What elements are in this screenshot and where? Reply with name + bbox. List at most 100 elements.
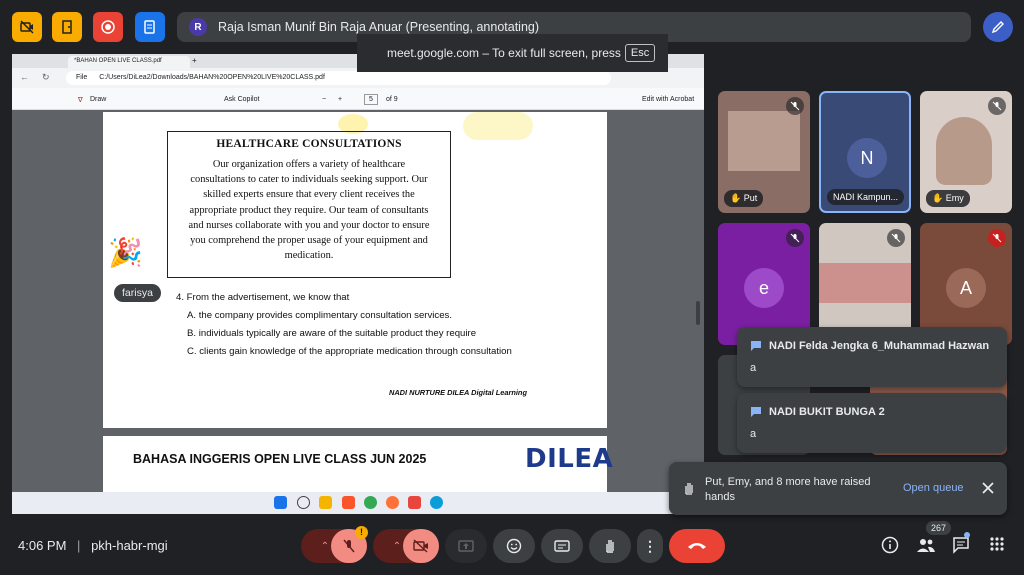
chat-sender: NADI BUKIT BUNGA 2 (769, 406, 885, 418)
raised-hand-icon (685, 483, 693, 495)
question-4: 4. From the advertisement, we know that (176, 292, 350, 303)
chevron-up-icon[interactable]: ⌃ (321, 541, 329, 552)
presenter-avatar: R (189, 18, 207, 36)
emoji-button[interactable] (493, 529, 535, 563)
zoom-out-icon[interactable]: − (322, 96, 326, 103)
search-icon[interactable] (297, 496, 310, 509)
pdf-toolbar: ∇ Draw Ask Copilot − + 5 of 9 Edit with … (12, 88, 704, 110)
page-number-input[interactable]: 5 (364, 94, 378, 105)
ad-line: consultations to cater to individuals se… (190, 174, 428, 186)
party-popper-icon: 🎉 (108, 237, 143, 268)
ad-line: and nurses collaborate with you and your… (188, 219, 430, 231)
meeting-time: 4:06 PM | pkh-habr-mgi (18, 538, 168, 553)
windows-taskbar (12, 492, 704, 514)
reload-icon[interactable]: ↻ (42, 72, 50, 83)
participant-avatar: N (847, 138, 887, 178)
app-icon[interactable] (408, 496, 421, 509)
presenter-label: Raja Isman Munif Bin Raja Anuar (Present… (218, 20, 540, 34)
edit-note-icon (144, 20, 155, 34)
exit-door-button[interactable] (52, 12, 82, 42)
ask-copilot[interactable]: Ask Copilot (224, 96, 259, 103)
clock: 4:06 PM (18, 538, 67, 553)
windows-start-icon[interactable] (274, 496, 287, 509)
address-bar[interactable]: File C:/Users/DiLea2/Downloads/BAHAN%20O… (66, 71, 611, 85)
draw-icon[interactable]: ∇ (78, 96, 83, 104)
edit-with-acrobat[interactable]: Edit with Acrobat (642, 96, 694, 103)
video-off-icon (20, 20, 34, 34)
tab-title: *BAHAN OPEN LIVE CLASS.pdf (74, 58, 162, 64)
participant-avatar: A (946, 268, 986, 308)
present-button[interactable] (445, 529, 487, 563)
chat-notification[interactable]: NADI BUKIT BUNGA 2 a (737, 393, 1007, 453)
new-tab-icon[interactable]: + (192, 56, 197, 65)
esc-key: Esc (624, 44, 656, 62)
more-options-button[interactable]: ⋮ (637, 529, 663, 563)
chrome-icon[interactable] (364, 496, 377, 509)
brave-icon[interactable] (342, 496, 355, 509)
video-feed (728, 111, 800, 171)
browser-tab[interactable]: *BAHAN OPEN LIVE CLASS.pdf (68, 56, 190, 68)
people-icon[interactable] (916, 536, 936, 554)
mic-off-icon (343, 539, 355, 553)
back-icon[interactable]: ← (20, 72, 29, 82)
close-icon[interactable] (982, 482, 994, 494)
participant-tile[interactable]: N NADI Kampun... (819, 91, 911, 213)
participant-count-badge: 267 (926, 521, 952, 535)
chat-message: a (750, 428, 757, 440)
file-label: File (76, 74, 88, 81)
more-vert-icon: ⋮ (643, 538, 657, 554)
record-button[interactable] (93, 12, 123, 42)
camera-toggle-button[interactable] (403, 529, 439, 563)
unread-dot-icon (964, 532, 970, 538)
door-icon (62, 20, 72, 34)
notes-button[interactable] (135, 12, 165, 42)
ad-line: skilled experts ensure that every client… (203, 189, 415, 201)
chat-icon[interactable] (952, 536, 970, 554)
ad-line: medication. (284, 250, 334, 262)
doc-footer: NADI NURTURE DILEA Digital Learning (389, 388, 527, 397)
decorative-blob (463, 112, 533, 140)
dilea-logo: DILEA (525, 444, 614, 474)
participant-name: ✋ Emy (926, 190, 970, 207)
option-b: B. individuals typically are aware of th… (187, 328, 477, 339)
ad-line: appropriate product they require. Our te… (189, 204, 429, 216)
chat-notification[interactable]: NADI Felda Jengka 6_Muhammad Hazwan a (737, 327, 1007, 387)
mic-off-icon (786, 97, 804, 115)
participant-tile[interactable]: ✋ Put (718, 91, 810, 213)
info-icon[interactable] (881, 536, 899, 554)
ad-body: Our organization offers a variety of hea… (168, 157, 450, 263)
pdf-scrollbar[interactable] (696, 301, 700, 325)
mic-off-icon (786, 229, 804, 247)
mic-off-icon (988, 229, 1006, 247)
camera-off-top-button[interactable] (12, 12, 42, 42)
pdf-next-page: BAHASA INGGERIS OPEN LIVE CLASS JUN 2025… (103, 436, 613, 496)
ad-line: Our organization offers a variety of hea… (212, 159, 406, 170)
leave-call-button[interactable] (669, 529, 725, 563)
participant-tile[interactable]: ✋ Emy (920, 91, 1012, 213)
firefox-icon[interactable] (386, 496, 399, 509)
call-end-icon (688, 543, 706, 549)
participant-avatar: e (744, 268, 784, 308)
captions-button[interactable] (541, 529, 583, 563)
pdf-page: HEALTHCARE CONSULTATIONS Our organizatio… (103, 112, 607, 428)
meeting-code: pkh-habr-mgi (91, 538, 168, 553)
participant-name: NADI Kampun... (827, 189, 905, 205)
zoom-in-icon[interactable]: + (338, 96, 342, 103)
shared-screen: *BAHAN OPEN LIVE CLASS.pdf + ← ↻ File C:… (12, 54, 704, 514)
annotate-button[interactable] (983, 12, 1013, 42)
page-total: of 9 (386, 96, 398, 103)
fullscreen-toast-text: meet.google.com – To exit full screen, p… (387, 46, 621, 60)
draw-label[interactable]: Draw (90, 96, 106, 103)
fullscreen-toast: meet.google.com – To exit full screen, p… (357, 34, 668, 72)
url-text: C:/Users/DiLea2/Downloads/BAHAN%20OPEN%2… (99, 74, 325, 81)
warning-badge-icon: ! (355, 526, 368, 539)
raised-hands-text: Put, Emy, and 8 more have raised hands (705, 476, 871, 503)
open-queue-button[interactable]: Open queue (903, 482, 964, 494)
video-off-icon (413, 539, 428, 553)
file-explorer-icon[interactable] (319, 496, 332, 509)
chevron-up-icon[interactable]: ⌃ (393, 541, 401, 552)
mic-off-icon (988, 97, 1006, 115)
apps-grid-icon[interactable] (989, 536, 1005, 552)
edge-icon[interactable] (430, 496, 443, 509)
raise-hand-button[interactable] (589, 529, 631, 563)
